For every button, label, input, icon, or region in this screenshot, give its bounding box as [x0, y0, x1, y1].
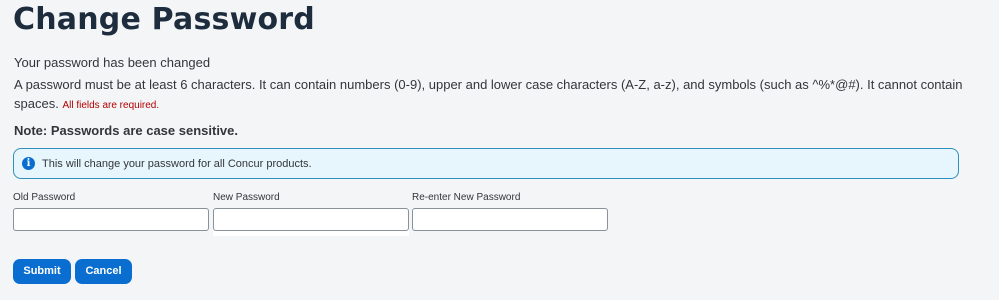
- old-password-field: Old Password: [13, 192, 209, 231]
- old-password-label: Old Password: [13, 192, 76, 203]
- info-banner: i This will change your password for all…: [13, 148, 959, 179]
- info-banner-text: This will change your password for all C…: [42, 158, 312, 170]
- reenter-password-field: Re-enter New Password: [412, 192, 608, 231]
- reenter-password-label: Re-enter New Password: [412, 192, 521, 203]
- status-message: Your password has been changed: [14, 55, 211, 70]
- new-password-input[interactable]: [213, 208, 409, 231]
- required-fields-note: All fields are required.: [62, 100, 160, 111]
- old-password-input[interactable]: [13, 208, 209, 231]
- new-password-label: New Password: [213, 192, 280, 203]
- password-rules: A password must be at least 6 characters…: [14, 75, 974, 115]
- new-password-field: New Password: [213, 192, 409, 236]
- case-sensitivity-note: Note: Passwords are case sensitive.: [14, 123, 239, 138]
- reenter-password-input[interactable]: [412, 208, 608, 231]
- new-password-input-wrapper: [213, 208, 409, 236]
- cancel-button[interactable]: Cancel: [75, 259, 132, 284]
- page-title: Change Password: [13, 2, 315, 37]
- info-icon: i: [22, 157, 35, 170]
- submit-button[interactable]: Submit: [13, 259, 71, 284]
